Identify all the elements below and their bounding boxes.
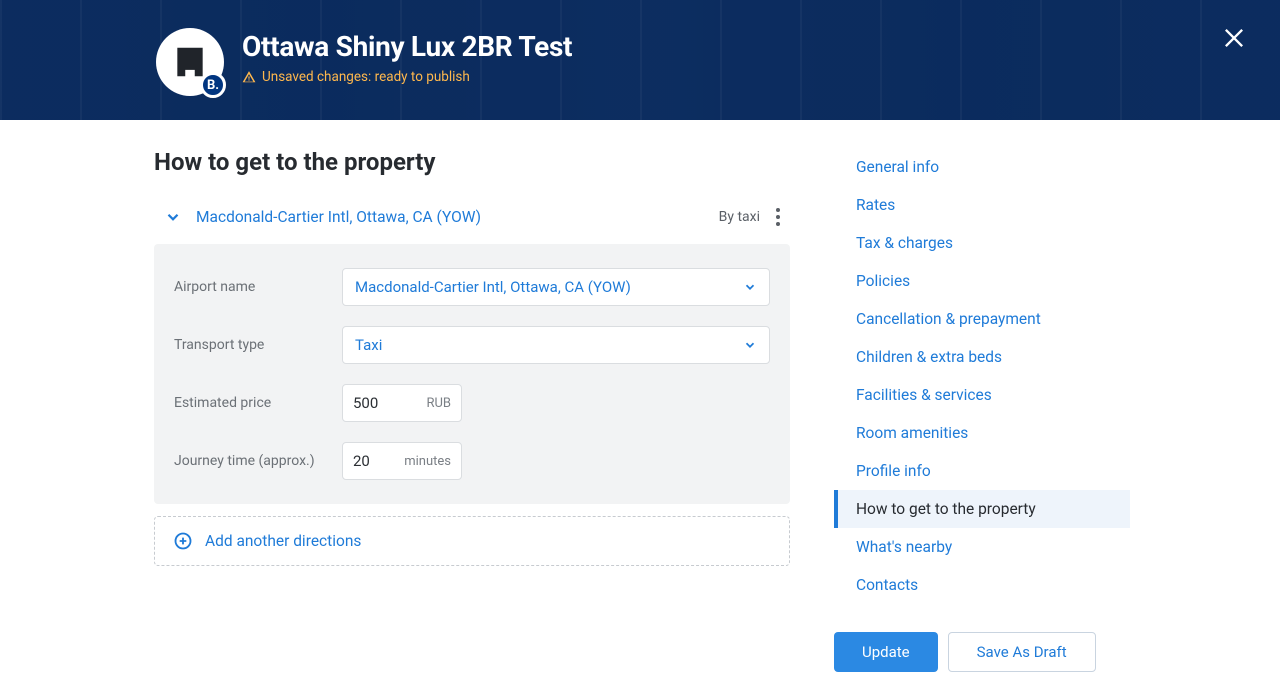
add-another-directions[interactable]: Add another directions xyxy=(154,516,790,566)
add-another-label: Add another directions xyxy=(205,532,361,550)
price-unit: RUB xyxy=(426,396,461,411)
chevron-down-icon xyxy=(743,338,757,352)
time-unit: minutes xyxy=(404,454,461,469)
nav-item[interactable]: Rates xyxy=(834,186,1130,224)
journey-time-label: Journey time (approx.) xyxy=(174,453,342,469)
airport-name-label: Airport name xyxy=(174,279,342,295)
chevron-down-icon xyxy=(164,208,182,226)
journey-time-input[interactable] xyxy=(343,452,391,470)
property-title: Ottawa Shiny Lux 2BR Test xyxy=(242,30,572,63)
nav-item[interactable]: Tax & charges xyxy=(834,224,1130,262)
warning-icon xyxy=(242,70,256,84)
plus-circle-icon xyxy=(173,531,193,551)
estimated-price-label: Estimated price xyxy=(174,395,342,411)
airport-name-select[interactable]: Macdonald-Cartier Intl, Ottawa, CA (YOW) xyxy=(342,268,770,306)
direction-menu-button[interactable] xyxy=(772,204,780,230)
direction-panel: Airport name Macdonald-Cartier Intl, Ott… xyxy=(154,244,790,504)
brand-badge: B. xyxy=(200,72,226,98)
nav-item[interactable]: General info xyxy=(834,148,1130,186)
chevron-down-icon xyxy=(743,280,757,294)
nav-item[interactable]: Facilities & services xyxy=(834,376,1130,414)
nav-item[interactable]: Cancellation & prepayment xyxy=(834,300,1130,338)
status-text: Unsaved changes: ready to publish xyxy=(262,69,470,85)
nav-item[interactable]: Contacts xyxy=(834,566,1130,604)
direction-mode-summary: By taxi xyxy=(719,209,760,225)
page-title: How to get to the property xyxy=(154,148,790,176)
nav-item[interactable]: How to get to the property xyxy=(834,490,1130,528)
airport-name-value: Macdonald-Cartier Intl, Ottawa, CA (YOW) xyxy=(355,278,631,296)
estimated-price-input[interactable] xyxy=(343,394,391,412)
close-icon xyxy=(1220,24,1248,52)
close-button[interactable] xyxy=(1220,24,1248,52)
header-banner: B. Ottawa Shiny Lux 2BR Test Unsaved cha… xyxy=(0,0,1280,120)
transport-type-label: Transport type xyxy=(174,337,342,353)
nav-item[interactable]: Policies xyxy=(834,262,1130,300)
save-as-draft-button[interactable]: Save As Draft xyxy=(948,632,1096,672)
unsaved-status: Unsaved changes: ready to publish xyxy=(242,69,572,85)
nav-item[interactable]: Profile info xyxy=(834,452,1130,490)
direction-title: Macdonald-Cartier Intl, Ottawa, CA (YOW) xyxy=(196,208,481,226)
nav-item[interactable]: Room amenities xyxy=(834,414,1130,452)
direction-toggle[interactable]: Macdonald-Cartier Intl, Ottawa, CA (YOW) xyxy=(164,208,481,226)
section-nav: General infoRatesTax & chargesPoliciesCa… xyxy=(834,148,1130,604)
transport-type-value: Taxi xyxy=(355,336,382,354)
nav-item[interactable]: Children & extra beds xyxy=(834,338,1130,376)
update-button[interactable]: Update xyxy=(834,632,938,672)
transport-type-select[interactable]: Taxi xyxy=(342,326,770,364)
nav-item[interactable]: What's nearby xyxy=(834,528,1130,566)
